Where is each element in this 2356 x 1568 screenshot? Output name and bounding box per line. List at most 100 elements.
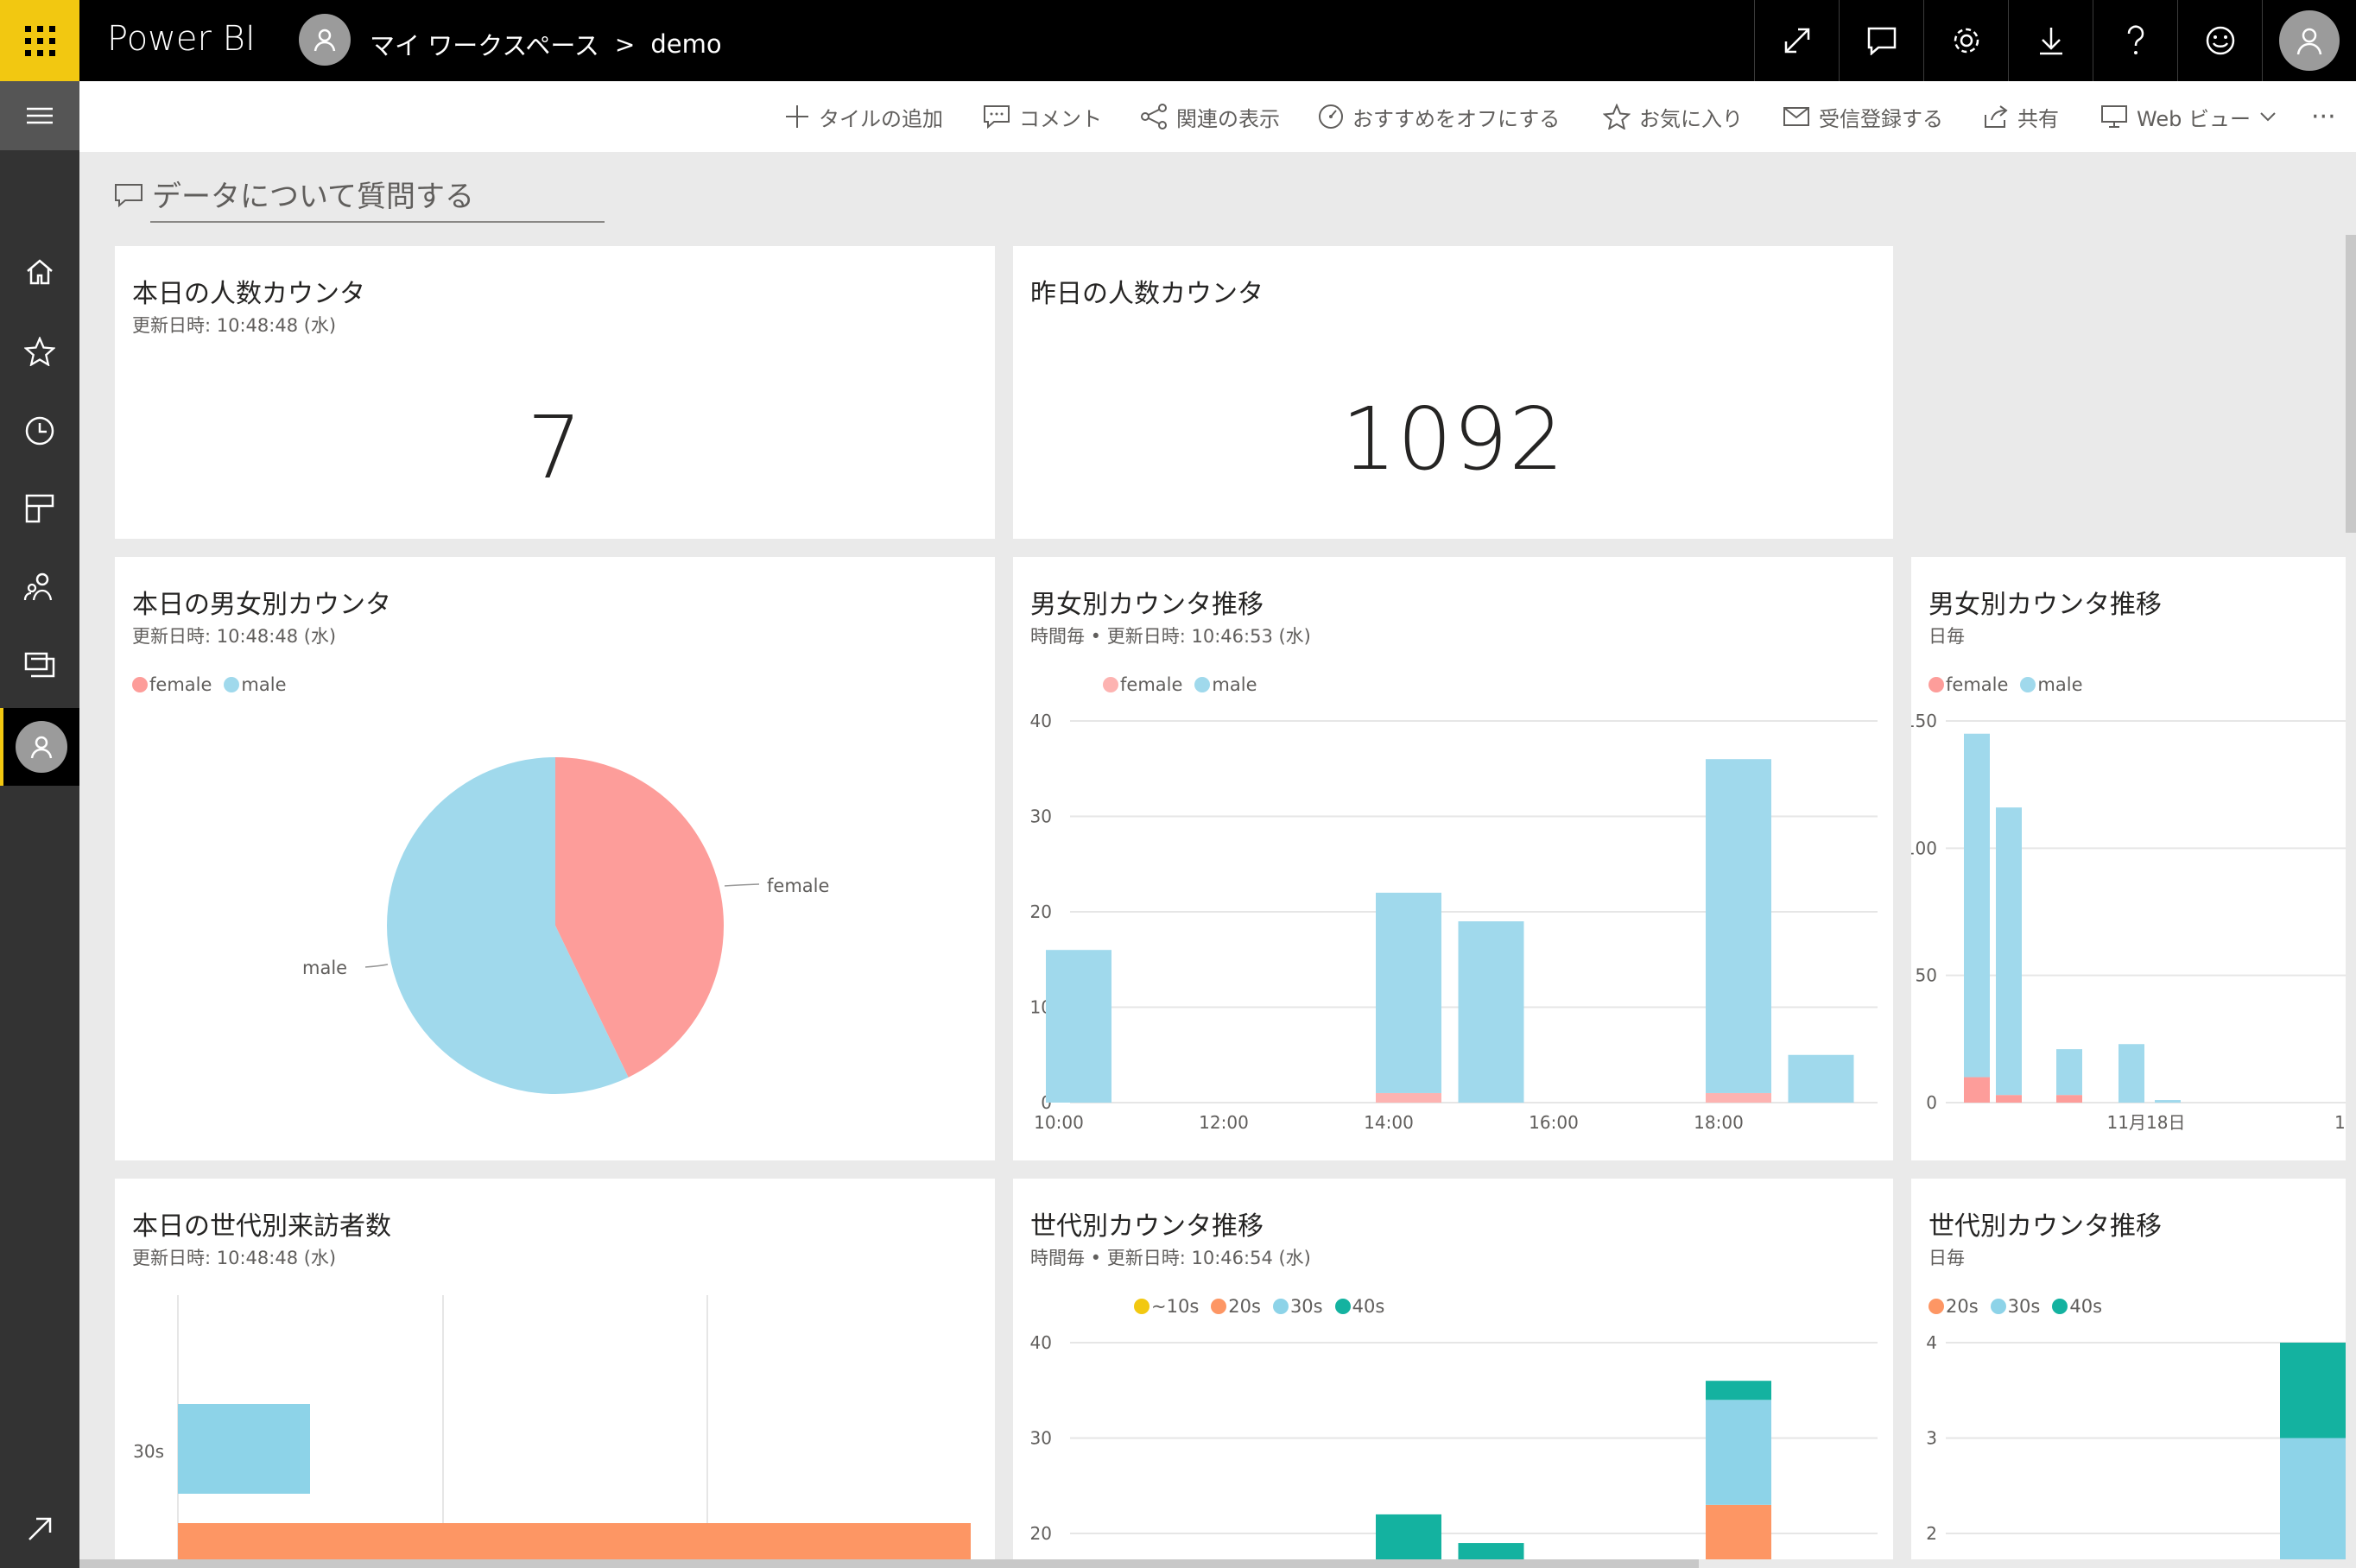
bar-female [2056, 1095, 2082, 1103]
workspaces-icon[interactable] [0, 627, 79, 705]
comment-icon [984, 105, 1010, 129]
bar-female [1376, 1092, 1441, 1103]
bar-chart: 0 50 100 150 11月18日 11 [1911, 711, 2346, 1133]
y-tick-label: 50 [1916, 965, 1937, 986]
related-icon [1141, 104, 1167, 130]
x-tick-label: 12:00 [1199, 1112, 1249, 1133]
x-tick-label: 11 [2334, 1112, 2346, 1133]
share-button[interactable]: 共有 [1983, 81, 2059, 152]
tile-today-generation[interactable]: 本日の世代別来訪者数 更新日時: 10:48:48 (水) 30s [115, 1179, 995, 1559]
clock-icon[interactable] [0, 392, 79, 470]
app-launcher-icon[interactable] [0, 0, 79, 81]
y-tick-label: 40 [1030, 1332, 1052, 1353]
favorite-label: お気に入り [1639, 106, 1743, 131]
command-bar: タイルの追加 コメント 関連の表示 おすすめをオフにする お気に入り 受信登録す… [79, 81, 2356, 152]
recommend-off-label: おすすめをオフにする [1352, 106, 1561, 131]
vertical-scrollbar[interactable] [2346, 235, 2356, 533]
app-title[interactable]: Power BI [107, 19, 256, 59]
bar-female [1706, 1092, 1771, 1103]
breadcrumb-dashboard[interactable]: demo [650, 29, 721, 59]
more-options-button[interactable]: ··· [2311, 81, 2336, 152]
slice-label: female [767, 876, 829, 896]
qa-underline [150, 221, 605, 223]
y-tick-label: 100 [1911, 838, 1937, 858]
tile-today-gender[interactable]: 本日の男女別カウンタ 更新日時: 10:48:48 (水) female mal… [115, 557, 995, 1160]
bar-40s [1376, 1514, 1441, 1559]
bar-female [1996, 1095, 2022, 1103]
card-value: 7 [527, 397, 583, 498]
pie-chart: female male [302, 757, 829, 1094]
user-icon[interactable] [2262, 0, 2356, 81]
more-label: ··· [2311, 101, 2336, 132]
web-view-dropdown[interactable]: Web ビュー [2100, 81, 2277, 152]
gear-icon[interactable] [1923, 0, 2008, 81]
bar-male [1964, 733, 1990, 1078]
hamburger-icon[interactable] [0, 81, 79, 150]
star-icon [1603, 104, 1631, 130]
y-tick-label: 150 [1911, 711, 1937, 731]
y-tick-label: 30 [1030, 806, 1052, 827]
tile-yesterday-count[interactable]: 昨日の人数カウンタ 1092 [1013, 246, 1893, 539]
x-tick-label: 16:00 [1529, 1112, 1579, 1133]
bar-20s [1706, 1504, 1771, 1559]
y-tick-label: 3 [1926, 1428, 1937, 1449]
gauge-icon [1319, 104, 1343, 129]
web-view-label: Web ビュー [2137, 106, 2251, 131]
x-tick-label: 14:00 [1364, 1112, 1414, 1133]
tile-today-count[interactable]: 本日の人数カウンタ 更新日時: 10:48:48 (水) 7 [115, 246, 995, 539]
star-icon[interactable] [0, 313, 79, 390]
bar-30s [1706, 1400, 1771, 1505]
shared-icon[interactable] [0, 547, 79, 625]
bar-30s [178, 1404, 310, 1494]
home-icon[interactable] [0, 233, 79, 311]
comment-button[interactable]: コメント [983, 81, 1102, 152]
tile-gender-hourly[interactable]: 男女別カウンタ推移 時間毎 • 更新日時: 10:46:53 (水) femal… [1013, 557, 1893, 1160]
bar-male [2056, 1049, 2082, 1096]
related-button[interactable]: 関連の表示 [1140, 81, 1280, 152]
qa-comment-icon [115, 183, 142, 207]
comment-icon[interactable] [1839, 0, 1923, 81]
tile-title: 昨日の人数カウンタ [1030, 279, 1264, 309]
chevron-down-icon [2260, 112, 2276, 122]
horizontal-scrollbar[interactable] [79, 1559, 1699, 1568]
qa-box[interactable]: データについて質問する [114, 173, 474, 215]
comment-label: コメント [1019, 106, 1102, 131]
nav-workspace-avatar[interactable] [0, 708, 79, 786]
add-tile-button[interactable]: タイルの追加 [784, 81, 943, 152]
bar-male [1996, 807, 2022, 1096]
favorite-button[interactable]: お気に入り [1603, 81, 1743, 152]
top-actions [1754, 0, 2356, 81]
bar-male [2118, 1044, 2144, 1103]
breadcrumb-workspace[interactable]: マイ ワークスペース [370, 26, 599, 62]
download-icon[interactable] [2008, 0, 2093, 81]
bar-40s [1706, 1381, 1771, 1400]
subscribe-button[interactable]: 受信登録する [1783, 81, 1943, 152]
tile-generation-daily[interactable]: 世代別カウンタ推移 日毎 20s 30s 40s 234 [1911, 1179, 2346, 1559]
x-tick-label: 10:00 [1034, 1112, 1084, 1133]
expand-arrow-icon[interactable] [0, 1490, 79, 1568]
bar-male [1788, 1054, 1854, 1103]
help-icon[interactable] [2093, 0, 2177, 81]
recommend-off-button[interactable]: おすすめをオフにする [1318, 81, 1560, 152]
monitor-icon [2101, 105, 2127, 128]
smiley-icon[interactable] [2177, 0, 2262, 81]
breadcrumb: マイ ワークスペース > demo [370, 26, 722, 62]
bar-40s [1458, 1543, 1524, 1559]
leader-line [364, 964, 389, 968]
subscribe-label: 受信登録する [1819, 106, 1943, 131]
bar-chart: 30s [133, 1295, 971, 1559]
bar-40s [2280, 1343, 2346, 1438]
share-label: 共有 [2017, 106, 2059, 131]
bar-20s [178, 1523, 971, 1559]
bar-male [2155, 1100, 2181, 1103]
fullscreen-icon[interactable] [1754, 0, 1839, 81]
bar-male [1458, 921, 1524, 1103]
tile-gender-daily[interactable]: 男女別カウンタ推移 日毎 female male 05010015011月18日… [1911, 557, 2346, 1160]
apps-icon[interactable] [0, 470, 79, 547]
bar-chart: 2 3 4 [1926, 1332, 2346, 1559]
bar-male [1706, 759, 1771, 1093]
tile-generation-hourly[interactable]: 世代別カウンタ推移 時間毎 • 更新日時: 10:46:54 (水) ~10s … [1013, 1179, 1893, 1559]
y-tick-label: 4 [1926, 1332, 1937, 1353]
side-nav [0, 81, 79, 1568]
y-tick-label: 2 [1926, 1523, 1937, 1544]
